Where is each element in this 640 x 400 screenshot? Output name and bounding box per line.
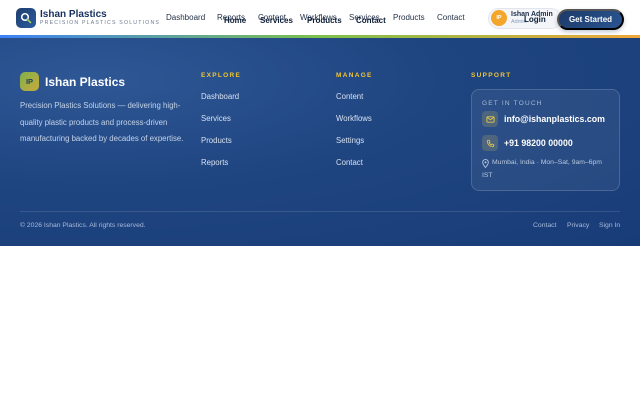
contact-address: Mumbai, India · Mon–Sat, 9am–6pm IST <box>482 159 602 179</box>
manage-link-contact[interactable]: Contact <box>336 158 363 167</box>
footer-logo: IP <box>20 72 39 91</box>
bottom-link-sign-in[interactable]: Sign In <box>599 222 620 229</box>
nav-services-overlay[interactable]: Services <box>260 16 293 25</box>
site-header: Ishan Plastics PRECISION PLASTICS SOLUTI… <box>0 0 640 37</box>
avatar[interactable]: IP <box>491 10 507 26</box>
bottom-link-privacy[interactable]: Privacy <box>567 222 589 229</box>
nav-products[interactable]: Products <box>393 13 425 22</box>
explore-link-services[interactable]: Services <box>201 114 231 123</box>
contact-card-title: GET IN TOUCH <box>482 100 543 107</box>
manage-link-content[interactable]: Content <box>336 92 363 101</box>
mail-icon <box>482 111 498 127</box>
nav-home-overlay[interactable]: Home <box>224 16 246 25</box>
brand-tagline: PRECISION PLASTICS SOLUTIONS <box>40 20 161 26</box>
manage-link-settings[interactable]: Settings <box>336 136 364 145</box>
footer-description: Precision Plastics Solutions — deliverin… <box>20 101 184 143</box>
bottom-link-contact[interactable]: Contact <box>533 222 556 229</box>
explore-link-products[interactable]: Products <box>201 136 232 145</box>
explore-heading: EXPLORE <box>201 72 242 79</box>
nav-products-overlay[interactable]: Products <box>307 16 342 25</box>
get-started-button[interactable]: Get Started <box>557 9 624 30</box>
brand-name[interactable]: Ishan Plastics <box>40 9 107 20</box>
manage-link-workflows[interactable]: Workflows <box>336 114 372 123</box>
nav-dashboard[interactable]: Dashboard <box>166 13 205 22</box>
contact-phone[interactable]: +91 98200 00000 <box>504 138 573 148</box>
support-heading: SUPPORT <box>471 72 512 79</box>
login-link[interactable]: Login <box>524 15 546 24</box>
logo-search-icon[interactable] <box>16 8 36 28</box>
nav-contact[interactable]: Contact <box>437 13 465 22</box>
page: Ishan Plastics PRECISION PLASTICS SOLUTI… <box>0 0 640 400</box>
contact-email[interactable]: info@ishanplastics.com <box>504 114 605 124</box>
nav-contact-overlay[interactable]: Contact <box>356 16 386 25</box>
explore-link-dashboard[interactable]: Dashboard <box>201 92 239 101</box>
footer-divider <box>20 211 620 212</box>
copyright: © 2026 Ishan Plastics. All rights reserv… <box>20 222 146 229</box>
explore-link-reports[interactable]: Reports <box>201 158 228 167</box>
footer-brand-name: Ishan Plastics <box>45 75 126 89</box>
phone-icon <box>482 135 498 151</box>
manage-heading: MANAGE <box>336 72 373 79</box>
